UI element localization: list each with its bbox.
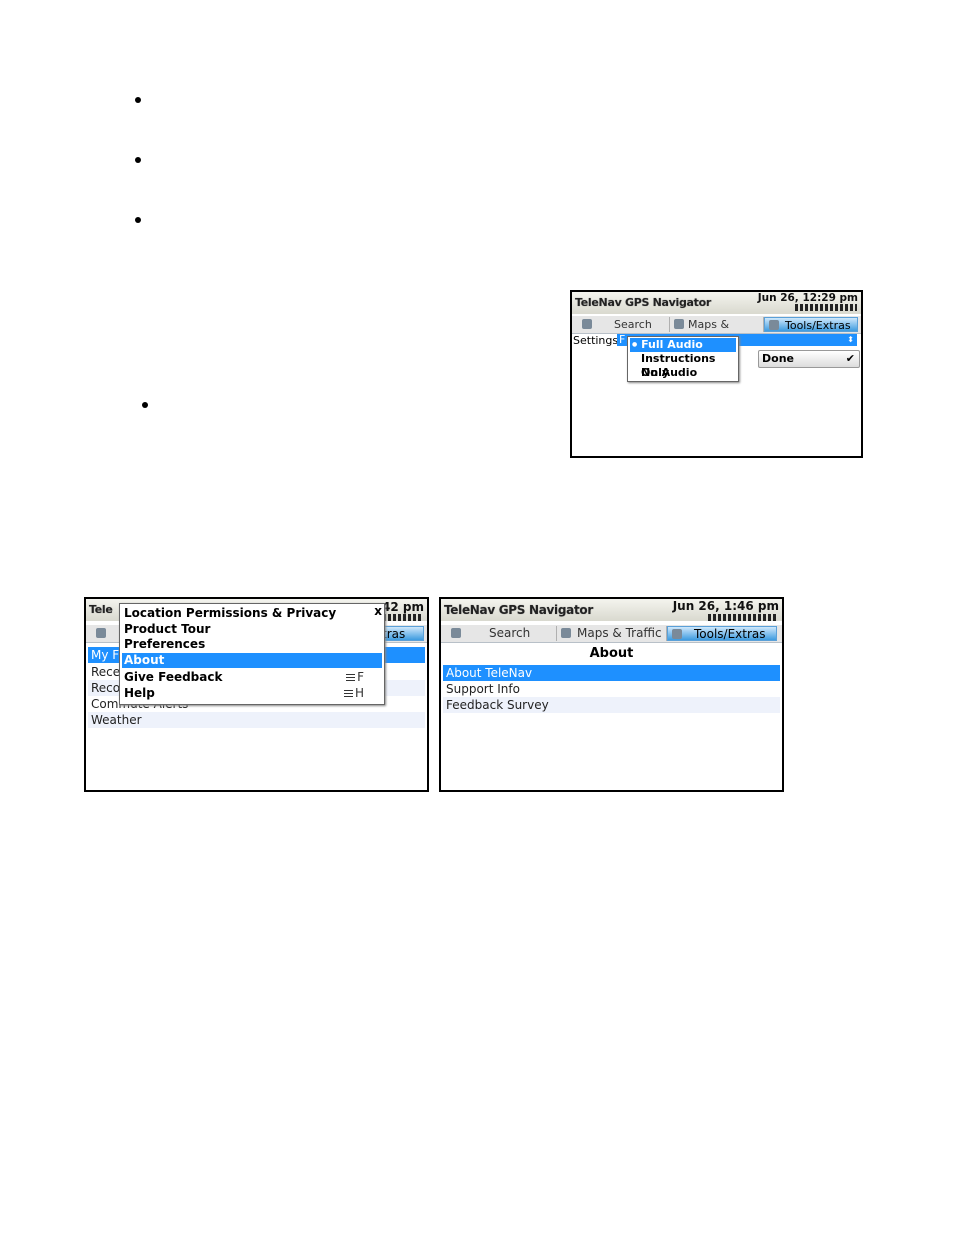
done-label: Done [762,352,794,365]
app-title: TeleNav GPS Navigator [575,296,712,309]
tab-maps-traffic[interactable]: Maps & Traffic [670,317,764,346]
title-bar: TeleNav GPS Navigator Jun 26, 12:29 pm [572,292,861,314]
tab-label: Tools/Extras [694,627,766,641]
bullet-2 [135,157,141,163]
menu-item-about[interactable]: About [122,653,382,668]
option-full-audio[interactable]: ● Full Audio [630,338,736,352]
done-button[interactable]: Done ✔ [758,350,860,368]
tab-label: Search [614,318,652,331]
shortcut-key: F [357,670,364,684]
context-menu: x Location Permissions & Privacy Product… [119,603,385,705]
clock: Jun 26, 1:46 pm [672,599,779,613]
menu-item-label: Give Feedback [124,670,223,684]
tab-label: tras [382,627,406,641]
map-tab-icon [674,319,684,329]
title-bar: TeleNav GPS Navigator Jun 26, 1:46 pm [441,599,782,621]
audio-dropdown: ● Full Audio Instructions Only No Audio [627,336,739,382]
search-tab-icon [451,628,461,638]
tab-label: Tools/Extras [785,319,851,332]
search-tab-icon [582,319,592,329]
tab-label: Search [489,626,531,640]
bullet-3 [135,217,141,223]
app-title: Tele [89,603,113,616]
bullet-1 [135,97,141,103]
status-icons [708,614,778,621]
bullet-4 [142,402,148,408]
settings-label: Settings: [573,334,622,347]
clock: Jun 26, 12:29 pm [757,292,858,304]
app-title: TeleNav GPS Navigator [444,603,593,617]
search-tab-icon [96,628,106,638]
status-icons [383,614,423,621]
list-item[interactable]: About TeleNav [443,665,780,681]
list-item[interactable]: Feedback Survey [443,697,780,713]
checkmark-icon: ✔ [845,352,855,365]
screenshot-about: TeleNav GPS Navigator Jun 26, 1:46 pm Se… [439,597,784,792]
option-no-audio[interactable]: No Audio [630,366,736,380]
menu-item-help[interactable]: Help H [122,686,382,700]
menu-item-give-feedback[interactable]: Give Feedback F [122,670,382,684]
page-title: About [589,646,634,661]
tab-tools-extras[interactable]: Tools/Extras [764,317,858,332]
radio-dot-icon: ● [632,341,638,348]
list-item[interactable]: Weather [88,712,425,728]
tab-bar: Search Maps & Traffic Tools/Extras [572,316,861,346]
tab-bar: Search Maps & Traffic Tools/Extras [441,625,782,643]
status-icons [795,304,857,311]
chevron-down-icon: ⬍ [847,335,854,344]
menu-item-product-tour[interactable]: Product Tour [122,622,382,636]
shortcut-hint: F [346,670,364,684]
menu-item-location-permissions[interactable]: Location Permissions & Privacy [122,606,382,620]
menu-key-icon [346,674,356,681]
screenshot-audio-settings: TeleNav GPS Navigator Jun 26, 12:29 pm S… [570,290,863,458]
menu-key-icon [343,690,353,697]
tab-search[interactable]: Search [578,317,670,332]
tab-tools-extras[interactable]: Tools/Extras [667,626,777,641]
option-label: Full Audio [641,338,703,351]
tab-label: Maps & Traffic [577,626,662,640]
map-tab-icon [561,628,571,638]
settings-select-value: F [619,333,626,346]
shortcut-key: H [354,686,364,700]
tools-tab-icon [769,320,779,330]
list-item[interactable]: Support Info [443,681,780,697]
tab-search[interactable] [92,626,122,641]
menu-item-label: Help [124,686,155,700]
menu-item-preferences[interactable]: Preferences [122,637,382,651]
screenshot-tools-menu: Tele :42 pm tras My F Rece Reco Commute … [84,597,429,792]
option-instructions-only[interactable]: Instructions Only [630,352,736,379]
tab-maps-traffic[interactable]: Maps & Traffic [557,626,667,641]
tools-tab-icon [672,629,682,639]
shortcut-hint: H [343,686,364,700]
tab-search[interactable]: Search [447,626,557,641]
